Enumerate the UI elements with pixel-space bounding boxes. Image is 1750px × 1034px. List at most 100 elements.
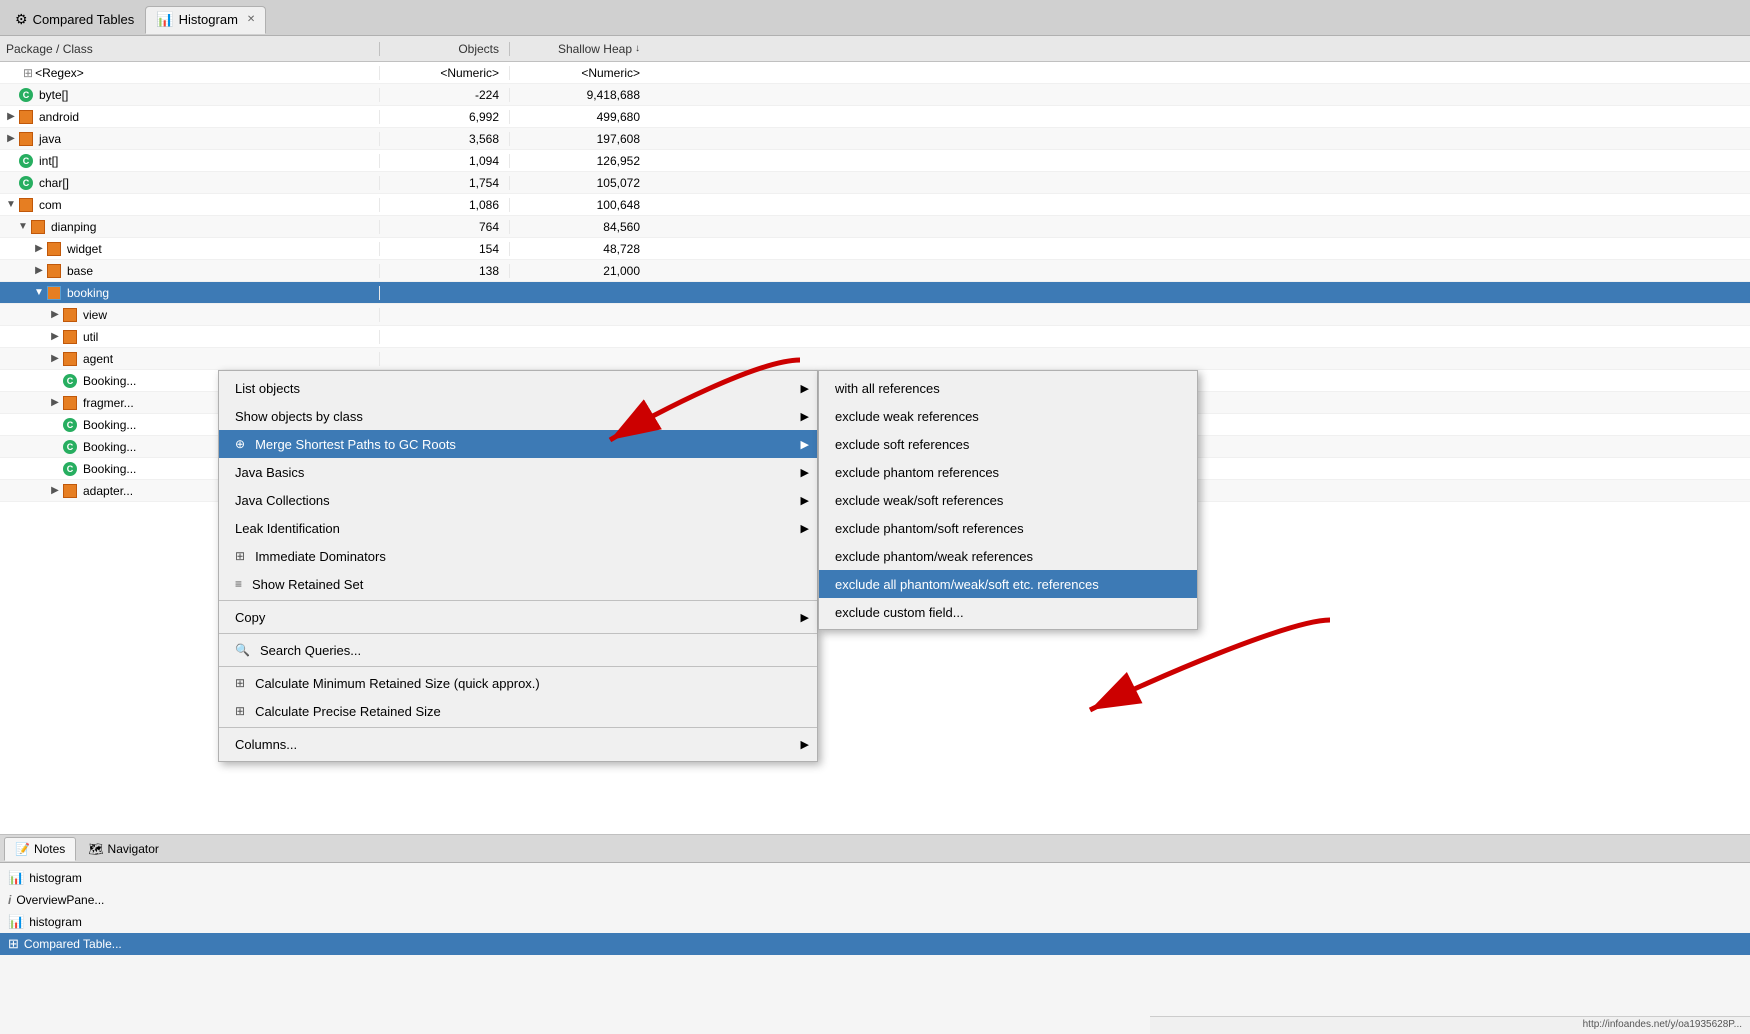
- row-label: byte[]: [39, 88, 68, 102]
- tab-compared-tables-label: Compared Tables: [33, 12, 135, 27]
- class-icon: C: [63, 462, 77, 476]
- menu-item-copy[interactable]: Copy ▶: [219, 603, 817, 631]
- table-row[interactable]: C byte[] -224 9,418,688: [0, 84, 1750, 106]
- submenu-item-exclude-all[interactable]: exclude all phantom/weak/soft etc. refer…: [819, 570, 1197, 598]
- table-row[interactable]: dianping 764 84,560: [0, 216, 1750, 238]
- table-row[interactable]: agent: [0, 348, 1750, 370]
- row-label: Booking...: [83, 418, 136, 432]
- cell-package: java: [0, 132, 380, 146]
- table-row[interactable]: widget 154 48,728: [0, 238, 1750, 260]
- menu-item-show-retained[interactable]: ≡ Show Retained Set: [219, 570, 817, 598]
- info-icon: i: [8, 893, 11, 907]
- menu-item-search-queries[interactable]: 🔍 Search Queries...: [219, 636, 817, 664]
- table-row[interactable]: base 138 21,000: [0, 260, 1750, 282]
- submenu-item-exclude-phantom-weak[interactable]: exclude phantom/weak references: [819, 542, 1197, 570]
- table-row[interactable]: C char[] 1,754 105,072: [0, 172, 1750, 194]
- submenu-item-exclude-phantom[interactable]: exclude phantom references: [819, 458, 1197, 486]
- search-icon: 🔍: [235, 643, 250, 657]
- tree-arrow[interactable]: [50, 485, 60, 496]
- row-label: Booking...: [83, 440, 136, 454]
- tree-arrow[interactable]: [34, 287, 44, 298]
- menu-item-calc-precise[interactable]: ⊞ Calculate Precise Retained Size: [219, 697, 817, 725]
- menu-item-merge-shortest[interactable]: ⊕ Merge Shortest Paths to GC Roots ▶: [219, 430, 817, 458]
- submenu-item-exclude-phantom-soft[interactable]: exclude phantom/soft references: [819, 514, 1197, 542]
- class-icon: C: [63, 418, 77, 432]
- table-row[interactable]: com 1,086 100,648: [0, 194, 1750, 216]
- row-label: int[]: [39, 154, 58, 168]
- cell-shallow: 84,560: [510, 220, 650, 234]
- tab-histogram-close[interactable]: ✕: [247, 14, 255, 25]
- table-icon: ⊞: [8, 936, 19, 952]
- tree-arrow[interactable]: [18, 221, 28, 232]
- cell-package: view: [0, 308, 380, 322]
- tab-notes[interactable]: 📝 Notes: [4, 837, 76, 861]
- tree-arrow[interactable]: [34, 265, 44, 276]
- tree-arrow[interactable]: [6, 133, 16, 144]
- col-header-package[interactable]: Package / Class: [0, 42, 380, 56]
- submenu-arrow-icon: ▶: [801, 611, 809, 624]
- submenu-item-with-all[interactable]: with all references: [819, 374, 1197, 402]
- row-label: <Regex>: [35, 66, 84, 80]
- regex-icon: ⊞: [23, 66, 33, 80]
- calc-icon: ⊞: [235, 676, 245, 690]
- tree-arrow[interactable]: [34, 243, 44, 254]
- tab-navigator[interactable]: 🗺 Navigator: [78, 837, 169, 861]
- menu-item-immediate-dominators[interactable]: ⊞ Immediate Dominators: [219, 542, 817, 570]
- status-url: http://infoandes.net/y/oa1935628P...: [1583, 1019, 1742, 1030]
- bar-chart-icon: 📊: [8, 870, 24, 886]
- tree-arrow[interactable]: [6, 199, 16, 210]
- cell-package: com: [0, 198, 380, 212]
- table-row-selected[interactable]: booking: [0, 282, 1750, 304]
- tab-notes-label: Notes: [34, 842, 65, 856]
- package-icon: [31, 220, 45, 234]
- col-header-shallow[interactable]: Shallow Heap: [510, 42, 650, 56]
- row-label: util: [83, 330, 98, 344]
- nav-item-compared[interactable]: ⊞ Compared Table...: [0, 933, 1750, 955]
- menu-item-label: List objects: [235, 381, 300, 396]
- package-icon: [19, 110, 33, 124]
- row-label: booking: [67, 286, 109, 300]
- submenu-item-exclude-soft[interactable]: exclude soft references: [819, 430, 1197, 458]
- tree-arrow[interactable]: [50, 353, 60, 364]
- cell-shallow: 126,952: [510, 154, 650, 168]
- table-row[interactable]: java 3,568 197,608: [0, 128, 1750, 150]
- table-row[interactable]: android 6,992 499,680: [0, 106, 1750, 128]
- cell-objects: 1,086: [380, 198, 510, 212]
- submenu-arrow-icon: ▶: [801, 382, 809, 395]
- row-label: java: [39, 132, 61, 146]
- menu-item-show-objects[interactable]: Show objects by class ▶: [219, 402, 817, 430]
- table-row[interactable]: util: [0, 326, 1750, 348]
- cell-package: C byte[]: [0, 88, 380, 102]
- table-row[interactable]: ⊞ <Regex> <Numeric> <Numeric>: [0, 62, 1750, 84]
- cell-objects: 1,754: [380, 176, 510, 190]
- tree-arrow[interactable]: [6, 111, 16, 122]
- bottom-tabs: 📝 Notes 🗺 Navigator: [0, 835, 1750, 863]
- row-label: char[]: [39, 176, 69, 190]
- cell-shallow: 9,418,688: [510, 88, 650, 102]
- menu-item-leak-identification[interactable]: Leak Identification ▶: [219, 514, 817, 542]
- nav-item-histogram2[interactable]: 📊 histogram: [0, 911, 1750, 933]
- bar-chart-icon: 📊: [8, 914, 24, 930]
- menu-item-calc-min[interactable]: ⊞ Calculate Minimum Retained Size (quick…: [219, 669, 817, 697]
- submenu-item-exclude-weak[interactable]: exclude weak references: [819, 402, 1197, 430]
- menu-item-java-basics[interactable]: Java Basics ▶: [219, 458, 817, 486]
- nav-item-histogram1[interactable]: 📊 histogram: [0, 867, 1750, 889]
- cell-package: ⊞ <Regex>: [0, 66, 380, 80]
- tree-arrow[interactable]: [50, 331, 60, 342]
- col-header-objects[interactable]: Objects: [380, 42, 510, 56]
- tree-arrow[interactable]: [50, 397, 60, 408]
- table-row[interactable]: C int[] 1,094 126,952: [0, 150, 1750, 172]
- cell-shallow: <Numeric>: [510, 66, 650, 80]
- menu-item-list-objects[interactable]: List objects ▶: [219, 374, 817, 402]
- tab-compared-tables[interactable]: ⚙ Compared Tables: [4, 6, 145, 34]
- submenu-item-exclude-weak-soft[interactable]: exclude weak/soft references: [819, 486, 1197, 514]
- menu-item-columns[interactable]: Columns... ▶: [219, 730, 817, 758]
- nav-item-overview[interactable]: i OverviewPane...: [0, 889, 1750, 911]
- menu-item-java-collections[interactable]: Java Collections ▶: [219, 486, 817, 514]
- row-label: dianping: [51, 220, 96, 234]
- menu-item-label: Java Basics: [235, 465, 304, 480]
- table-row[interactable]: view: [0, 304, 1750, 326]
- tab-histogram[interactable]: 📊 Histogram ✕: [145, 6, 266, 34]
- submenu-item-exclude-custom[interactable]: exclude custom field...: [819, 598, 1197, 626]
- tree-arrow[interactable]: [50, 309, 60, 320]
